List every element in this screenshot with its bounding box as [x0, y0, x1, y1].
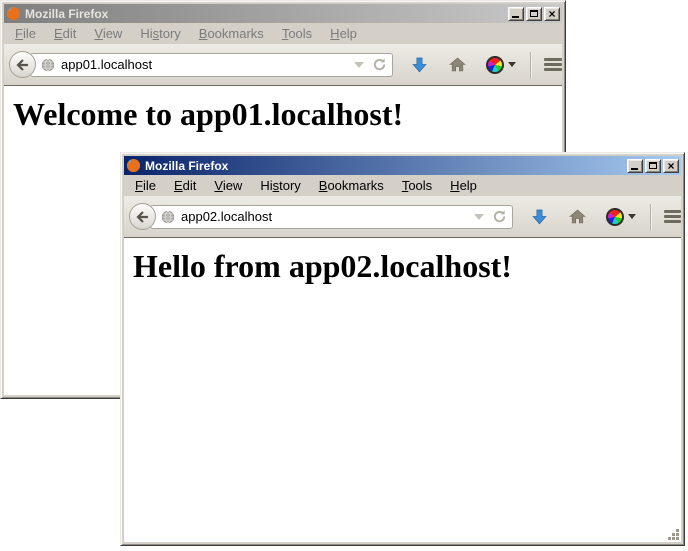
close-icon: × [667, 161, 674, 171]
firefox-logo-icon [6, 6, 21, 21]
desktop: Mozilla Firefox × FileEditViewHistoryBoo… [0, 0, 688, 551]
menu-file[interactable]: File [6, 24, 45, 43]
download-arrow-icon [412, 57, 427, 73]
minimize-icon [631, 168, 638, 170]
url-input[interactable]: app01.localhost [30, 53, 393, 77]
menu-edit[interactable]: Edit [165, 176, 205, 195]
close-button[interactable]: × [544, 7, 560, 21]
titlebar[interactable]: Mozilla Firefox × [124, 156, 681, 175]
menu-bookmarks[interactable]: Bookmarks [310, 176, 393, 195]
download-arrow-icon [532, 209, 547, 225]
navigation-toolbar: app01.localhost [4, 44, 562, 86]
menu-history[interactable]: History [131, 24, 189, 43]
colorwheel-icon [606, 208, 624, 226]
page-heading: Hello from app02.localhost! [133, 248, 681, 285]
menu-edit[interactable]: Edit [45, 24, 85, 43]
colorwheel-icon [486, 56, 504, 74]
back-arrow-icon [16, 59, 30, 71]
reload-icon[interactable] [372, 57, 387, 72]
addon-button[interactable] [486, 56, 516, 74]
window-title: Mozilla Firefox [145, 159, 627, 173]
maximize-icon [530, 10, 538, 17]
menu-hamburger-icon[interactable] [664, 210, 681, 213]
titlebar[interactable]: Mozilla Firefox × [4, 4, 562, 23]
toolbar-separator [530, 52, 531, 78]
menu-tools[interactable]: Tools [273, 24, 321, 43]
menu-hamburger-icon[interactable] [544, 58, 562, 61]
page-content: Hello from app02.localhost! [124, 238, 681, 542]
addon-button[interactable] [606, 208, 636, 226]
menu-help[interactable]: Help [441, 176, 486, 195]
addon-dropdown-icon [628, 214, 636, 219]
globe-icon [41, 58, 55, 72]
firefox-logo-icon [126, 158, 141, 173]
globe-icon [161, 210, 175, 224]
urlbar-dropdown-icon[interactable] [354, 62, 364, 68]
resize-grip[interactable] [667, 528, 681, 542]
menu-history[interactable]: History [251, 176, 309, 195]
home-icon [569, 209, 586, 224]
minimize-button[interactable] [627, 159, 643, 173]
window-title: Mozilla Firefox [25, 7, 508, 21]
menu-help[interactable]: Help [321, 24, 366, 43]
close-icon: × [548, 9, 555, 19]
download-button[interactable] [412, 57, 427, 73]
maximize-icon [649, 162, 657, 169]
menu-bar: FileEditViewHistoryBookmarksToolsHelp [4, 23, 562, 44]
back-button[interactable] [129, 203, 156, 230]
maximize-button[interactable] [526, 7, 542, 21]
minimize-button[interactable] [508, 7, 524, 21]
close-button[interactable]: × [663, 159, 679, 173]
menu-bar: FileEditViewHistoryBookmarksToolsHelp [124, 175, 681, 196]
download-button[interactable] [532, 209, 547, 225]
reload-icon[interactable] [492, 209, 507, 224]
minimize-icon [512, 16, 519, 18]
menu-view[interactable]: View [205, 176, 251, 195]
back-arrow-icon [136, 211, 150, 223]
back-button[interactable] [9, 51, 36, 78]
menu-view[interactable]: View [85, 24, 131, 43]
menu-file[interactable]: File [126, 176, 165, 195]
menu-bookmarks[interactable]: Bookmarks [190, 24, 273, 43]
navigation-toolbar: app02.localhost [124, 196, 681, 238]
home-button[interactable] [569, 209, 586, 224]
addon-dropdown-icon [508, 62, 516, 67]
firefox-window-app02: Mozilla Firefox × FileEditViewHistoryBoo… [120, 152, 685, 546]
url-text: app02.localhost [181, 209, 474, 224]
home-icon [449, 57, 466, 72]
menu-tools[interactable]: Tools [393, 176, 441, 195]
url-text: app01.localhost [61, 57, 354, 72]
page-heading: Welcome to app01.localhost! [13, 96, 562, 133]
url-input[interactable]: app02.localhost [150, 205, 513, 229]
toolbar-separator [650, 204, 651, 230]
urlbar-dropdown-icon[interactable] [474, 214, 484, 220]
home-button[interactable] [449, 57, 466, 72]
maximize-button[interactable] [645, 159, 661, 173]
